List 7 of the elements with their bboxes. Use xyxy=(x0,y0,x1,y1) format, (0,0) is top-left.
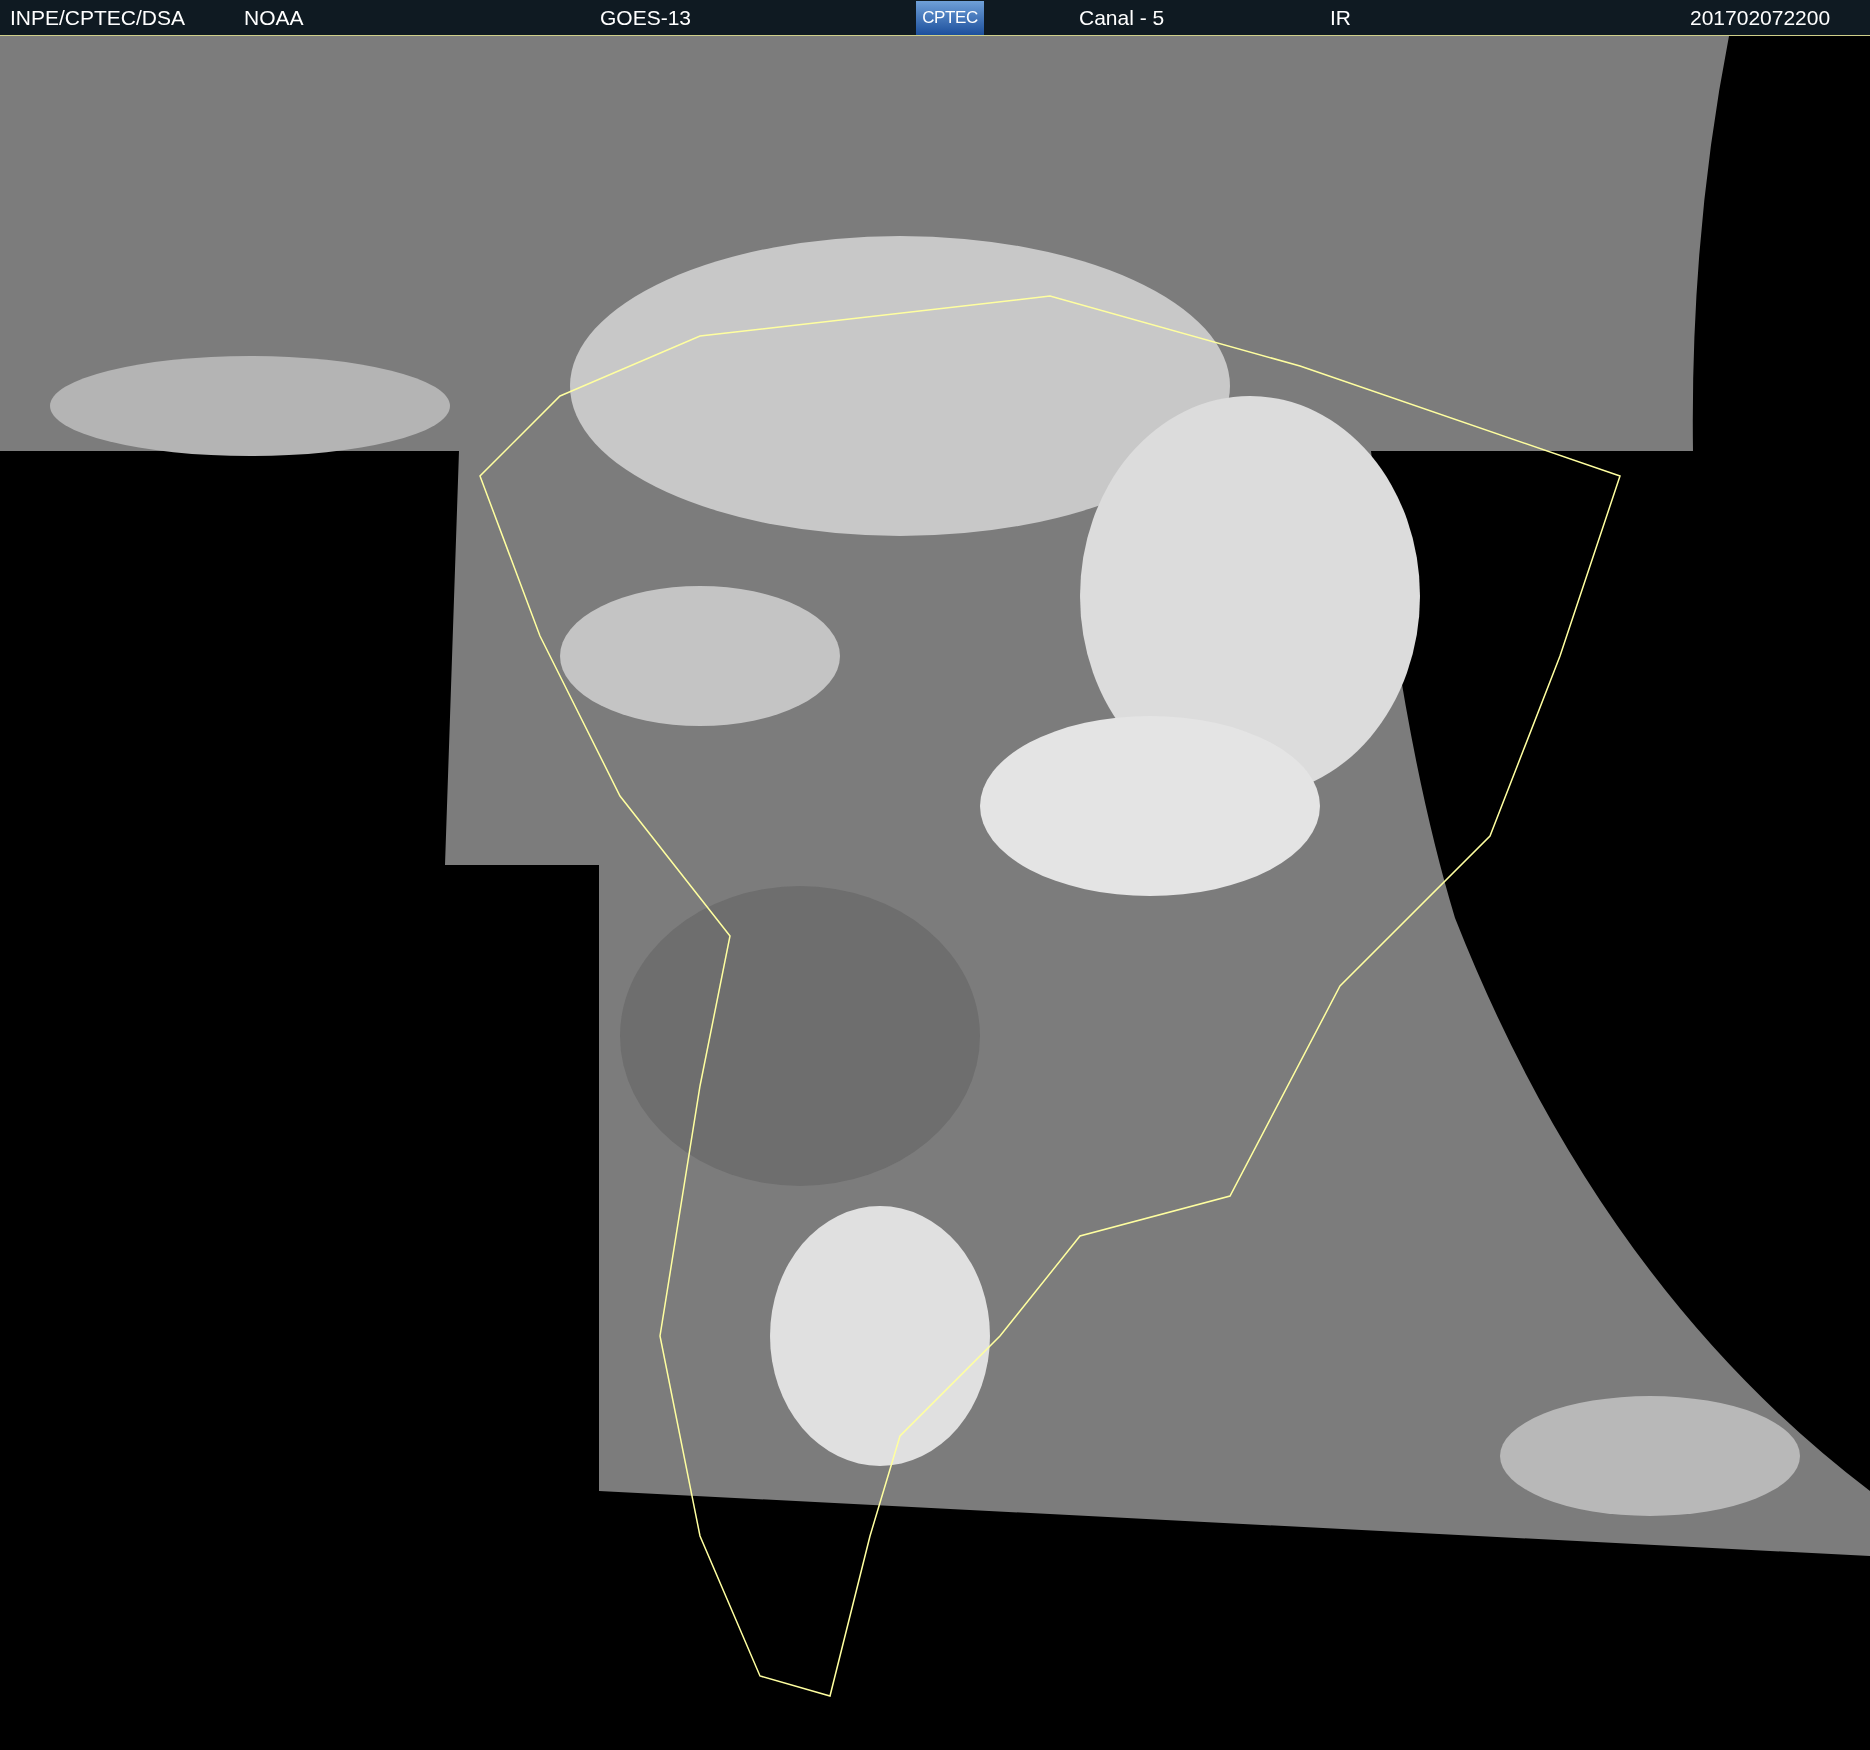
logo: CPTEC xyxy=(916,0,984,35)
header-label: GOES-13 xyxy=(600,4,693,31)
header-label: INPE/CPTEC/DSA xyxy=(9,4,187,31)
header-label: 201702072200 xyxy=(1690,4,1832,31)
header-label: NOAA xyxy=(244,4,305,31)
header-label: Canal - 5 xyxy=(1079,4,1166,31)
header-label: IR xyxy=(1330,4,1352,31)
